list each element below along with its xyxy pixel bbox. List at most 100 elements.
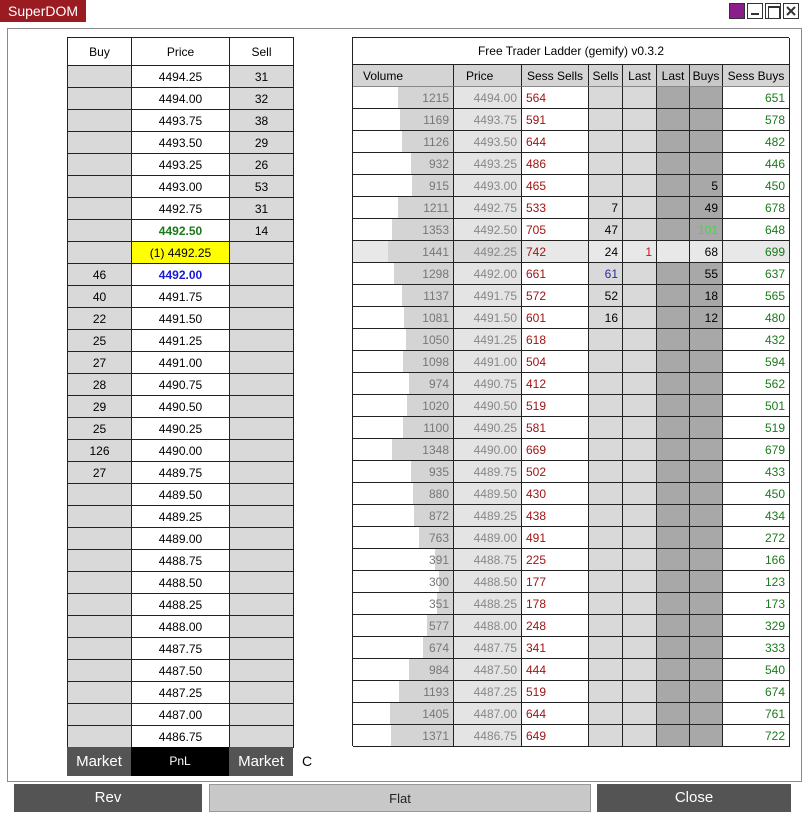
sells-cell[interactable] — [589, 373, 623, 395]
sell-cell[interactable]: 31 — [230, 66, 294, 88]
buys-cell[interactable] — [690, 131, 723, 153]
buy-cell[interactable] — [68, 594, 132, 616]
sells-cell[interactable] — [589, 725, 623, 747]
buy-cell[interactable]: 28 — [68, 374, 132, 396]
sell-cell[interactable] — [230, 550, 294, 572]
buy-cell[interactable] — [68, 66, 132, 88]
buys-cell[interactable] — [690, 615, 723, 637]
sells-cell[interactable] — [589, 637, 623, 659]
sell-cell[interactable] — [230, 462, 294, 484]
sells-cell[interactable]: 16 — [589, 307, 623, 329]
sells-cell[interactable] — [589, 395, 623, 417]
buy-cell[interactable] — [68, 110, 132, 132]
sells-cell[interactable] — [589, 549, 623, 571]
sell-cell[interactable] — [230, 726, 294, 748]
sell-cell[interactable]: 14 — [230, 220, 294, 242]
sells-cell[interactable] — [589, 571, 623, 593]
buys-cell[interactable] — [690, 351, 723, 373]
sell-cell[interactable] — [230, 286, 294, 308]
maximize-icon[interactable] — [765, 3, 781, 19]
sells-cell[interactable] — [589, 615, 623, 637]
sells-cell[interactable] — [589, 329, 623, 351]
buys-cell[interactable] — [690, 395, 723, 417]
sell-cell[interactable] — [230, 528, 294, 550]
buy-cell[interactable] — [68, 704, 132, 726]
sells-cell[interactable]: 47 — [589, 219, 623, 241]
sells-cell[interactable] — [589, 703, 623, 725]
sells-cell[interactable] — [589, 659, 623, 681]
buys-cell[interactable] — [690, 681, 723, 703]
buys-cell[interactable] — [690, 373, 723, 395]
buy-cell[interactable] — [68, 132, 132, 154]
buy-cell[interactable] — [68, 176, 132, 198]
flat-button[interactable]: Flat — [209, 784, 591, 812]
sells-cell[interactable] — [589, 681, 623, 703]
buy-cell[interactable]: 25 — [68, 330, 132, 352]
buy-cell[interactable] — [68, 682, 132, 704]
buy-cell[interactable]: 40 — [68, 286, 132, 308]
sell-cell[interactable] — [230, 660, 294, 682]
buys-cell[interactable] — [690, 549, 723, 571]
sell-cell[interactable] — [230, 616, 294, 638]
sells-cell[interactable]: 52 — [589, 285, 623, 307]
buy-cell[interactable] — [68, 528, 132, 550]
buys-cell[interactable] — [690, 527, 723, 549]
buys-cell[interactable] — [690, 461, 723, 483]
buys-cell[interactable]: 18 — [690, 285, 723, 307]
sell-cell[interactable]: 31 — [230, 198, 294, 220]
buys-cell[interactable] — [690, 593, 723, 615]
buys-cell[interactable] — [690, 109, 723, 131]
sell-cell[interactable]: 53 — [230, 176, 294, 198]
buy-cell[interactable] — [68, 550, 132, 572]
sells-cell[interactable] — [589, 109, 623, 131]
buys-cell[interactable]: 101 — [690, 219, 723, 241]
sells-cell[interactable] — [589, 527, 623, 549]
buys-cell[interactable] — [690, 483, 723, 505]
buys-cell[interactable]: 55 — [690, 263, 723, 285]
minimize-icon[interactable] — [747, 3, 763, 19]
buys-cell[interactable]: 49 — [690, 197, 723, 219]
sell-cell[interactable] — [230, 308, 294, 330]
sells-cell[interactable] — [589, 417, 623, 439]
close-window-icon[interactable] — [783, 3, 799, 19]
sell-cell[interactable]: 29 — [230, 132, 294, 154]
buys-cell[interactable] — [690, 725, 723, 747]
sell-cell[interactable] — [230, 572, 294, 594]
buy-cell[interactable] — [68, 616, 132, 638]
buy-cell[interactable]: 27 — [68, 462, 132, 484]
buy-cell[interactable] — [68, 638, 132, 660]
sell-cell[interactable] — [230, 484, 294, 506]
reverse-button[interactable]: Rev — [14, 784, 202, 812]
sells-cell[interactable] — [589, 87, 623, 109]
buy-cell[interactable]: 29 — [68, 396, 132, 418]
sell-cell[interactable] — [230, 374, 294, 396]
buy-cell[interactable] — [68, 242, 132, 264]
sell-cell[interactable] — [230, 264, 294, 286]
buys-cell[interactable]: 12 — [690, 307, 723, 329]
buy-cell[interactable]: 126 — [68, 440, 132, 462]
sells-cell[interactable] — [589, 351, 623, 373]
buy-cell[interactable]: 46 — [68, 264, 132, 286]
sells-cell[interactable] — [589, 439, 623, 461]
color-swatch-icon[interactable] — [729, 3, 745, 19]
buys-cell[interactable] — [690, 571, 723, 593]
sell-cell[interactable] — [230, 594, 294, 616]
sells-cell[interactable] — [589, 483, 623, 505]
buys-cell[interactable] — [690, 637, 723, 659]
buys-cell[interactable] — [690, 439, 723, 461]
buy-cell[interactable] — [68, 506, 132, 528]
buy-cell[interactable]: 22 — [68, 308, 132, 330]
buy-cell[interactable] — [68, 220, 132, 242]
buy-cell[interactable] — [68, 572, 132, 594]
buy-cell[interactable]: 25 — [68, 418, 132, 440]
buy-cell[interactable] — [68, 88, 132, 110]
buy-cell[interactable] — [68, 726, 132, 748]
sell-cell[interactable] — [230, 418, 294, 440]
sell-cell[interactable] — [230, 242, 294, 264]
buy-cell[interactable] — [68, 484, 132, 506]
buys-cell[interactable] — [690, 87, 723, 109]
sell-cell[interactable]: 26 — [230, 154, 294, 176]
sells-cell[interactable] — [589, 153, 623, 175]
sells-cell[interactable] — [589, 593, 623, 615]
close-button[interactable]: Close — [597, 784, 791, 812]
